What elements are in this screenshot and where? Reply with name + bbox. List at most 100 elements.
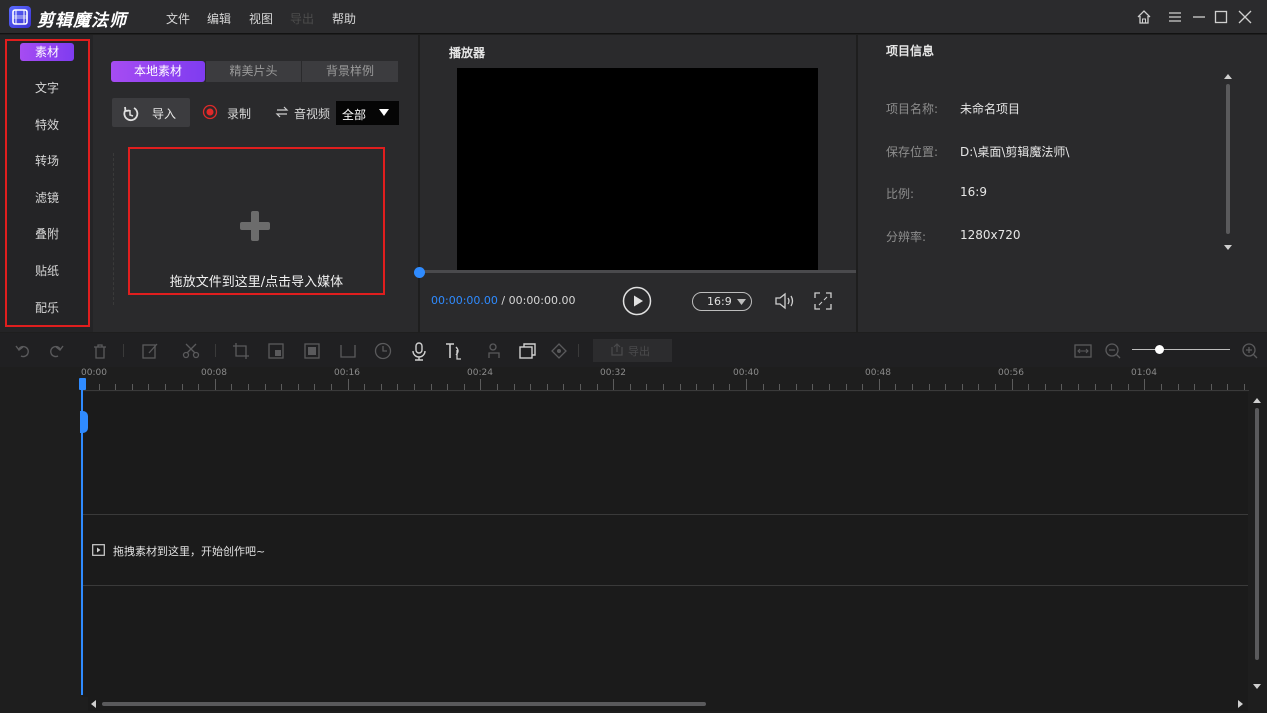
chevron-down-icon — [379, 109, 389, 116]
ruler-tick-label: 00:00 — [81, 368, 107, 378]
time-display: 00:00:00.00 / 00:00:00.00 — [431, 294, 576, 307]
timeline-vertical-scrollbar[interactable] — [1251, 394, 1263, 694]
keyframe-icon[interactable] — [549, 341, 569, 361]
zoom-slider-track[interactable] — [1132, 349, 1230, 350]
save-location-value: D:\桌面\剪辑魔法师\ — [960, 145, 1070, 159]
time-separator: / — [497, 294, 509, 307]
save-location-label: 保存位置: — [886, 145, 939, 159]
resolution-label: 分辨率: — [886, 230, 927, 244]
audio-separate-icon[interactable] — [485, 341, 505, 361]
category-highlight-box — [5, 39, 90, 327]
progress-handle[interactable] — [414, 267, 425, 278]
subtitle-icon[interactable] — [338, 341, 358, 361]
home-icon[interactable] — [1135, 8, 1153, 26]
playhead-top-handle[interactable] — [79, 378, 86, 390]
chevron-down-icon — [737, 299, 746, 305]
export-icon — [611, 343, 623, 356]
record-icon[interactable] — [202, 104, 218, 120]
player-title: 播放器 — [449, 46, 486, 60]
ruler-tick-label: 00:08 — [201, 368, 227, 378]
info-scrollbar[interactable] — [1221, 70, 1235, 255]
swap-icon — [275, 105, 289, 119]
menu-view[interactable]: 视图 — [249, 10, 273, 27]
project-info-panel — [858, 35, 1267, 332]
mosaic-icon[interactable] — [266, 341, 286, 361]
menu-export[interactable]: 导出 — [290, 10, 314, 27]
title-bar: 剪辑魔法师 文件 编辑 视图 导出 帮助 — [0, 0, 1267, 34]
tab-intros[interactable]: 精美片头 — [206, 61, 301, 82]
microphone-icon[interactable] — [409, 341, 429, 361]
track-divider — [82, 514, 1248, 515]
current-time: 00:00:00.00 — [431, 294, 498, 307]
player-progress-bar[interactable] — [420, 270, 856, 273]
aspect-ratio-select[interactable]: 16:9 — [692, 292, 752, 311]
ratio-value: 16:9 — [960, 185, 987, 199]
player-screen[interactable] — [457, 68, 818, 271]
edit-icon[interactable] — [140, 341, 160, 361]
close-icon[interactable] — [1236, 8, 1254, 26]
tab-backgrounds[interactable]: 背景样例 — [302, 61, 398, 82]
text-to-speech-icon[interactable] — [444, 341, 464, 361]
undo-icon[interactable] — [14, 341, 34, 361]
media-filter-select[interactable]: 全部 — [336, 101, 399, 125]
project-name-label: 项目名称: — [886, 102, 939, 116]
tab-local-media[interactable]: 本地素材 — [111, 61, 205, 82]
duration-clock-icon[interactable] — [373, 341, 393, 361]
zoom-slider-handle[interactable] — [1155, 345, 1164, 354]
ratio-label: 比例: — [886, 187, 915, 201]
toolbar-divider — [215, 344, 216, 357]
ruler-tick-label: 00:32 — [600, 368, 626, 378]
timeline-horizontal-scrollbar[interactable] — [88, 697, 1248, 711]
split-scissors-icon[interactable] — [181, 341, 201, 361]
menu-edit[interactable]: 编辑 — [207, 10, 231, 27]
menu-help[interactable]: 帮助 — [332, 10, 356, 27]
import-button[interactable]: 导入 — [112, 98, 190, 127]
import-label: 导入 — [152, 107, 177, 121]
copy-icon[interactable] — [518, 341, 538, 361]
zoom-out-icon[interactable] — [1103, 341, 1123, 361]
menu-file[interactable]: 文件 — [166, 10, 190, 27]
crop-icon[interactable] — [231, 341, 251, 361]
export-label: 导出 — [628, 345, 650, 358]
maximize-icon[interactable] — [1212, 8, 1230, 26]
ruler-tick-label: 00:40 — [733, 368, 759, 378]
zoom-in-icon[interactable] — [1240, 341, 1260, 361]
media-drop-zone[interactable]: 拖放文件到这里/点击导入媒体 — [128, 147, 385, 295]
redo-icon[interactable] — [45, 341, 65, 361]
ruler-tick-label: 01:04 — [1131, 368, 1157, 378]
fullscreen-icon[interactable] — [813, 291, 833, 311]
drop-hint-text: 拖放文件到这里/点击导入媒体 — [169, 275, 344, 290]
timeline-ruler[interactable] — [82, 367, 1249, 391]
play-icon — [622, 286, 652, 316]
drop-zone-guide — [113, 153, 114, 305]
total-time: 00:00:00.00 — [508, 294, 576, 307]
add-plus-icon — [240, 211, 270, 241]
volume-icon[interactable] — [773, 291, 797, 311]
record-label[interactable]: 录制 — [227, 105, 251, 122]
track-divider — [82, 585, 1248, 586]
timeline-drop-hint: 拖拽素材到这里，开始创作吧~ — [113, 545, 266, 558]
app-name: 剪辑魔法师 — [37, 11, 127, 31]
filter-selected-value: 全部 — [342, 108, 367, 122]
timeline-export-button[interactable]: 导出 — [593, 339, 672, 362]
project-info-title: 项目信息 — [886, 44, 935, 58]
media-clip-icon — [92, 544, 105, 556]
project-name-value: 未命名项目 — [960, 102, 1021, 116]
aspect-ratio-value: 16:9 — [707, 295, 732, 308]
audio-video-label: 音视频 — [294, 107, 331, 121]
menu-hamburger-icon[interactable] — [1166, 8, 1184, 26]
freeze-frame-icon[interactable] — [302, 341, 322, 361]
import-icon — [123, 106, 139, 122]
ruler-tick-label: 00:24 — [467, 368, 493, 378]
toolbar-divider — [123, 344, 124, 357]
resolution-value: 1280x720 — [960, 228, 1021, 242]
ruler-tick-label: 00:16 — [334, 368, 360, 378]
toolbar-divider — [578, 344, 579, 357]
app-logo-icon — [9, 6, 31, 28]
delete-icon[interactable] — [90, 341, 110, 361]
fit-timeline-icon[interactable] — [1073, 341, 1093, 361]
minimize-icon[interactable] — [1190, 8, 1208, 26]
ruler-tick-label: 00:56 — [998, 368, 1024, 378]
playhead-track-handle[interactable] — [80, 411, 88, 433]
play-button[interactable] — [622, 286, 652, 316]
